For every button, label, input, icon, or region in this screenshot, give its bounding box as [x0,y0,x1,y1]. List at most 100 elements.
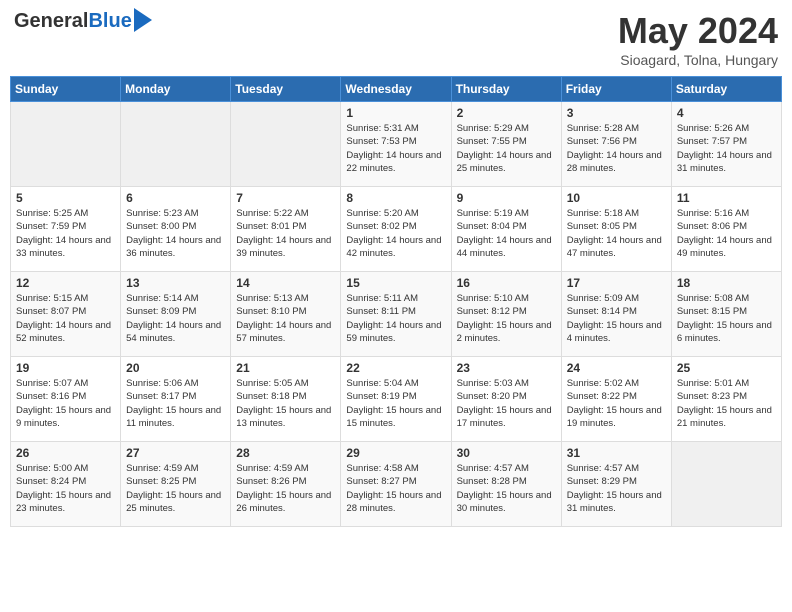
sunrise-text: Sunrise: 5:23 AM [126,208,198,219]
day-info: Sunrise: 5:03 AM Sunset: 8:20 PM Dayligh… [457,377,556,430]
calendar-cell: 19 Sunrise: 5:07 AM Sunset: 8:16 PM Dayl… [11,357,121,442]
day-number: 13 [126,276,225,290]
day-number: 19 [16,361,115,375]
daylight-text: Daylight: 15 hours and 31 minutes. [567,490,662,514]
sunset-text: Sunset: 7:57 PM [677,136,747,147]
sunset-text: Sunset: 8:06 PM [677,221,747,232]
sunset-text: Sunset: 8:24 PM [16,476,86,487]
calendar-cell: 30 Sunrise: 4:57 AM Sunset: 8:28 PM Dayl… [451,442,561,527]
day-header: Thursday [451,77,561,102]
sunset-text: Sunset: 8:28 PM [457,476,527,487]
day-number: 26 [16,446,115,460]
daylight-text: Daylight: 15 hours and 15 minutes. [346,405,441,429]
daylight-text: Daylight: 14 hours and 28 minutes. [567,150,662,174]
day-number: 28 [236,446,335,460]
sunrise-text: Sunrise: 5:01 AM [677,378,749,389]
daylight-text: Daylight: 14 hours and 36 minutes. [126,235,221,259]
sunrise-text: Sunrise: 5:29 AM [457,123,529,134]
sunrise-text: Sunrise: 4:59 AM [126,463,198,474]
page-header: General Blue May 2024 Sioagard, Tolna, H… [10,10,782,68]
sunset-text: Sunset: 8:27 PM [346,476,416,487]
calendar-cell: 9 Sunrise: 5:19 AM Sunset: 8:04 PM Dayli… [451,187,561,272]
day-header: Wednesday [341,77,451,102]
sunrise-text: Sunrise: 5:05 AM [236,378,308,389]
sunset-text: Sunset: 8:22 PM [567,391,637,402]
day-number: 27 [126,446,225,460]
sunset-text: Sunset: 8:16 PM [16,391,86,402]
calendar-cell: 11 Sunrise: 5:16 AM Sunset: 8:06 PM Dayl… [671,187,781,272]
logo-blue-text: Blue [88,10,131,33]
day-number: 21 [236,361,335,375]
calendar-week-row: 19 Sunrise: 5:07 AM Sunset: 8:16 PM Dayl… [11,357,782,442]
daylight-text: Daylight: 15 hours and 30 minutes. [457,490,552,514]
sunrise-text: Sunrise: 5:22 AM [236,208,308,219]
day-number: 14 [236,276,335,290]
sunrise-text: Sunrise: 4:57 AM [567,463,639,474]
calendar-week-row: 5 Sunrise: 5:25 AM Sunset: 7:59 PM Dayli… [11,187,782,272]
sunrise-text: Sunrise: 5:03 AM [457,378,529,389]
day-info: Sunrise: 5:14 AM Sunset: 8:09 PM Dayligh… [126,292,225,345]
location: Sioagard, Tolna, Hungary [618,52,778,68]
calendar-cell: 13 Sunrise: 5:14 AM Sunset: 8:09 PM Dayl… [121,272,231,357]
day-info: Sunrise: 4:59 AM Sunset: 8:25 PM Dayligh… [126,462,225,515]
calendar-cell: 2 Sunrise: 5:29 AM Sunset: 7:55 PM Dayli… [451,102,561,187]
sunrise-text: Sunrise: 5:15 AM [16,293,88,304]
day-info: Sunrise: 5:02 AM Sunset: 8:22 PM Dayligh… [567,377,666,430]
day-number: 6 [126,191,225,205]
sunset-text: Sunset: 8:07 PM [16,306,86,317]
day-number: 5 [16,191,115,205]
day-info: Sunrise: 5:04 AM Sunset: 8:19 PM Dayligh… [346,377,445,430]
calendar-cell: 31 Sunrise: 4:57 AM Sunset: 8:29 PM Dayl… [561,442,671,527]
calendar-cell: 24 Sunrise: 5:02 AM Sunset: 8:22 PM Dayl… [561,357,671,442]
sunrise-text: Sunrise: 5:13 AM [236,293,308,304]
day-number: 3 [567,106,666,120]
sunrise-text: Sunrise: 4:58 AM [346,463,418,474]
month-title: May 2024 [618,10,778,52]
day-info: Sunrise: 5:05 AM Sunset: 8:18 PM Dayligh… [236,377,335,430]
day-number: 20 [126,361,225,375]
sunrise-text: Sunrise: 5:16 AM [677,208,749,219]
sunrise-text: Sunrise: 5:14 AM [126,293,198,304]
day-info: Sunrise: 5:13 AM Sunset: 8:10 PM Dayligh… [236,292,335,345]
day-info: Sunrise: 4:58 AM Sunset: 8:27 PM Dayligh… [346,462,445,515]
daylight-text: Daylight: 14 hours and 44 minutes. [457,235,552,259]
sunrise-text: Sunrise: 5:10 AM [457,293,529,304]
day-info: Sunrise: 5:00 AM Sunset: 8:24 PM Dayligh… [16,462,115,515]
daylight-text: Daylight: 14 hours and 47 minutes. [567,235,662,259]
calendar-cell: 14 Sunrise: 5:13 AM Sunset: 8:10 PM Dayl… [231,272,341,357]
calendar-cell: 7 Sunrise: 5:22 AM Sunset: 8:01 PM Dayli… [231,187,341,272]
daylight-text: Daylight: 15 hours and 23 minutes. [16,490,111,514]
sunrise-text: Sunrise: 5:06 AM [126,378,198,389]
calendar-cell: 20 Sunrise: 5:06 AM Sunset: 8:17 PM Dayl… [121,357,231,442]
day-info: Sunrise: 5:01 AM Sunset: 8:23 PM Dayligh… [677,377,776,430]
daylight-text: Daylight: 14 hours and 54 minutes. [126,320,221,344]
day-info: Sunrise: 4:57 AM Sunset: 8:29 PM Dayligh… [567,462,666,515]
calendar-cell: 3 Sunrise: 5:28 AM Sunset: 7:56 PM Dayli… [561,102,671,187]
day-number: 18 [677,276,776,290]
sunrise-text: Sunrise: 5:11 AM [346,293,418,304]
daylight-text: Daylight: 15 hours and 17 minutes. [457,405,552,429]
sunset-text: Sunset: 8:25 PM [126,476,196,487]
day-header: Monday [121,77,231,102]
daylight-text: Daylight: 14 hours and 22 minutes. [346,150,441,174]
day-number: 17 [567,276,666,290]
daylight-text: Daylight: 15 hours and 26 minutes. [236,490,331,514]
sunset-text: Sunset: 7:53 PM [346,136,416,147]
day-number: 9 [457,191,556,205]
sunrise-text: Sunrise: 5:25 AM [16,208,88,219]
sunrise-text: Sunrise: 5:18 AM [567,208,639,219]
day-info: Sunrise: 5:26 AM Sunset: 7:57 PM Dayligh… [677,122,776,175]
calendar-cell [121,102,231,187]
sunset-text: Sunset: 8:09 PM [126,306,196,317]
day-header: Sunday [11,77,121,102]
calendar-cell: 25 Sunrise: 5:01 AM Sunset: 8:23 PM Dayl… [671,357,781,442]
sunset-text: Sunset: 8:02 PM [346,221,416,232]
sunset-text: Sunset: 8:14 PM [567,306,637,317]
daylight-text: Daylight: 15 hours and 21 minutes. [677,405,772,429]
day-info: Sunrise: 5:10 AM Sunset: 8:12 PM Dayligh… [457,292,556,345]
logo-arrow-icon [134,8,152,32]
calendar-cell: 6 Sunrise: 5:23 AM Sunset: 8:00 PM Dayli… [121,187,231,272]
day-number: 29 [346,446,445,460]
calendar-cell: 18 Sunrise: 5:08 AM Sunset: 8:15 PM Dayl… [671,272,781,357]
calendar-week-row: 1 Sunrise: 5:31 AM Sunset: 7:53 PM Dayli… [11,102,782,187]
